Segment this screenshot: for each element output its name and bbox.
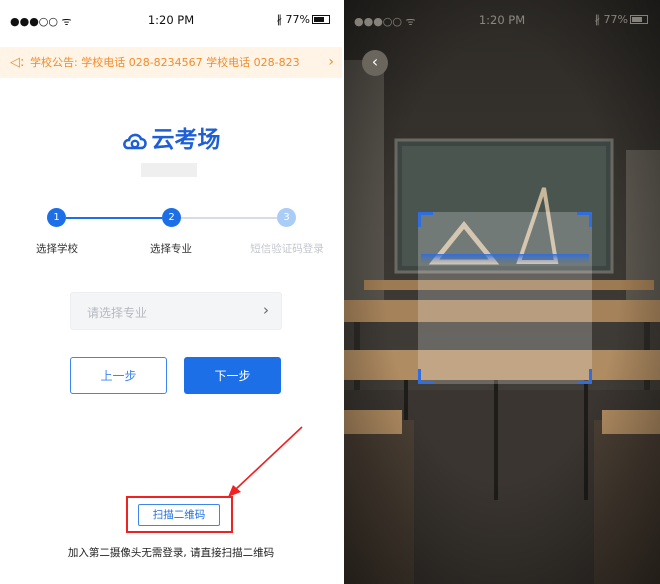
- battery-icon: [630, 15, 648, 24]
- scan-corner-bottom-right: [577, 369, 592, 384]
- right-phone-screen: ●●●○○ ᯤ 1:20 PM ∦ 77% ‹: [344, 0, 660, 584]
- scan-qr-button[interactable]: 扫描二维码: [138, 504, 220, 526]
- back-arrow-icon[interactable]: ‹: [362, 50, 388, 76]
- qr-scan-frame: [418, 212, 592, 384]
- scan-corner-bottom-left: [418, 369, 433, 384]
- battery-percent: 77%: [603, 13, 628, 26]
- scan-line: [421, 254, 589, 264]
- battery-indicator: ∦ 77%: [595, 13, 648, 26]
- scan-frame-area: [418, 212, 592, 384]
- left-phone-screen: ●●●○○ ᯤ 1:20 PM ∦ 77% ◁: 学校公告: 学校电话 028-…: [0, 0, 342, 584]
- scan-corner-top-left: [418, 212, 433, 227]
- scan-hint-text: 加入第二摄像头无需登录, 请直接扫描二维码: [67, 547, 275, 559]
- status-bar: ●●●○○ ᯤ 1:20 PM ∦ 77%: [344, 0, 660, 40]
- bluetooth-icon: ∦: [594, 13, 604, 26]
- scan-corner-top-right: [577, 212, 592, 227]
